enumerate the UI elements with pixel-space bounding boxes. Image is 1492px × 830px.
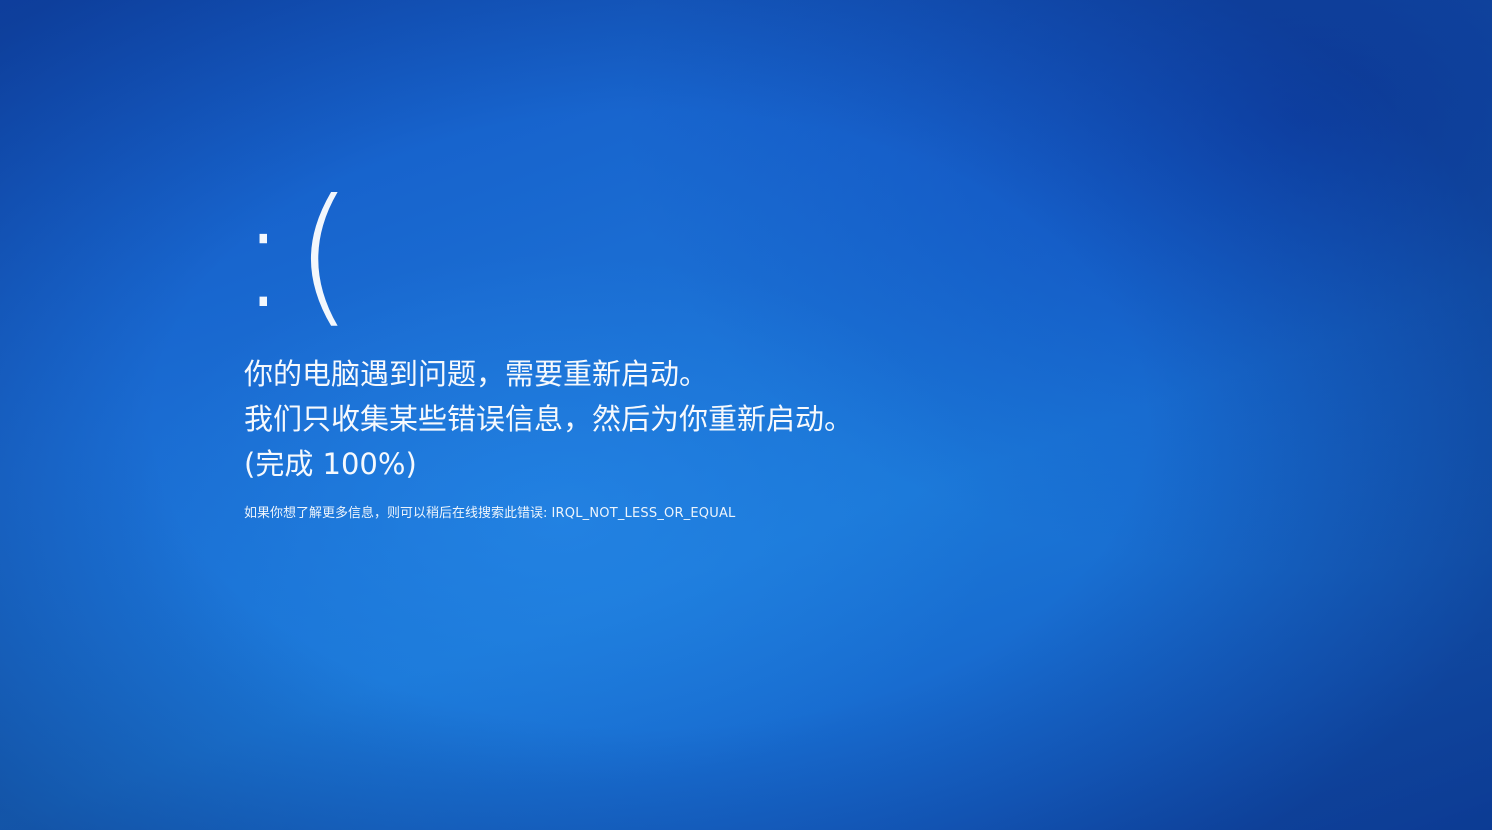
error-message-line-1: 你的电脑遇到问题，需要重新启动。 xyxy=(244,357,709,391)
sad-face-emoticon: :( xyxy=(238,168,360,342)
progress-text: (完成 100%) xyxy=(244,447,417,481)
more-info-text: 如果你想了解更多信息，则可以稍后在线搜索此错误: IRQL_NOT_LESS_O… xyxy=(244,505,1144,523)
more-info-prefix: 如果你想了解更多信息，则可以稍后在线搜索此错误: xyxy=(244,506,552,521)
error-message-line-2: 我们只收集某些错误信息，然后为你重新启动。 xyxy=(244,402,854,436)
stop-code: IRQL_NOT_LESS_OR_EQUAL xyxy=(551,506,736,521)
bsod-screen: :( 你的电脑遇到问题，需要重新启动。 我们只收集某些错误信息，然后为你重新启动… xyxy=(0,0,1492,830)
bsod-content: :( 你的电脑遇到问题，需要重新启动。 我们只收集某些错误信息，然后为你重新启动… xyxy=(238,180,1144,523)
